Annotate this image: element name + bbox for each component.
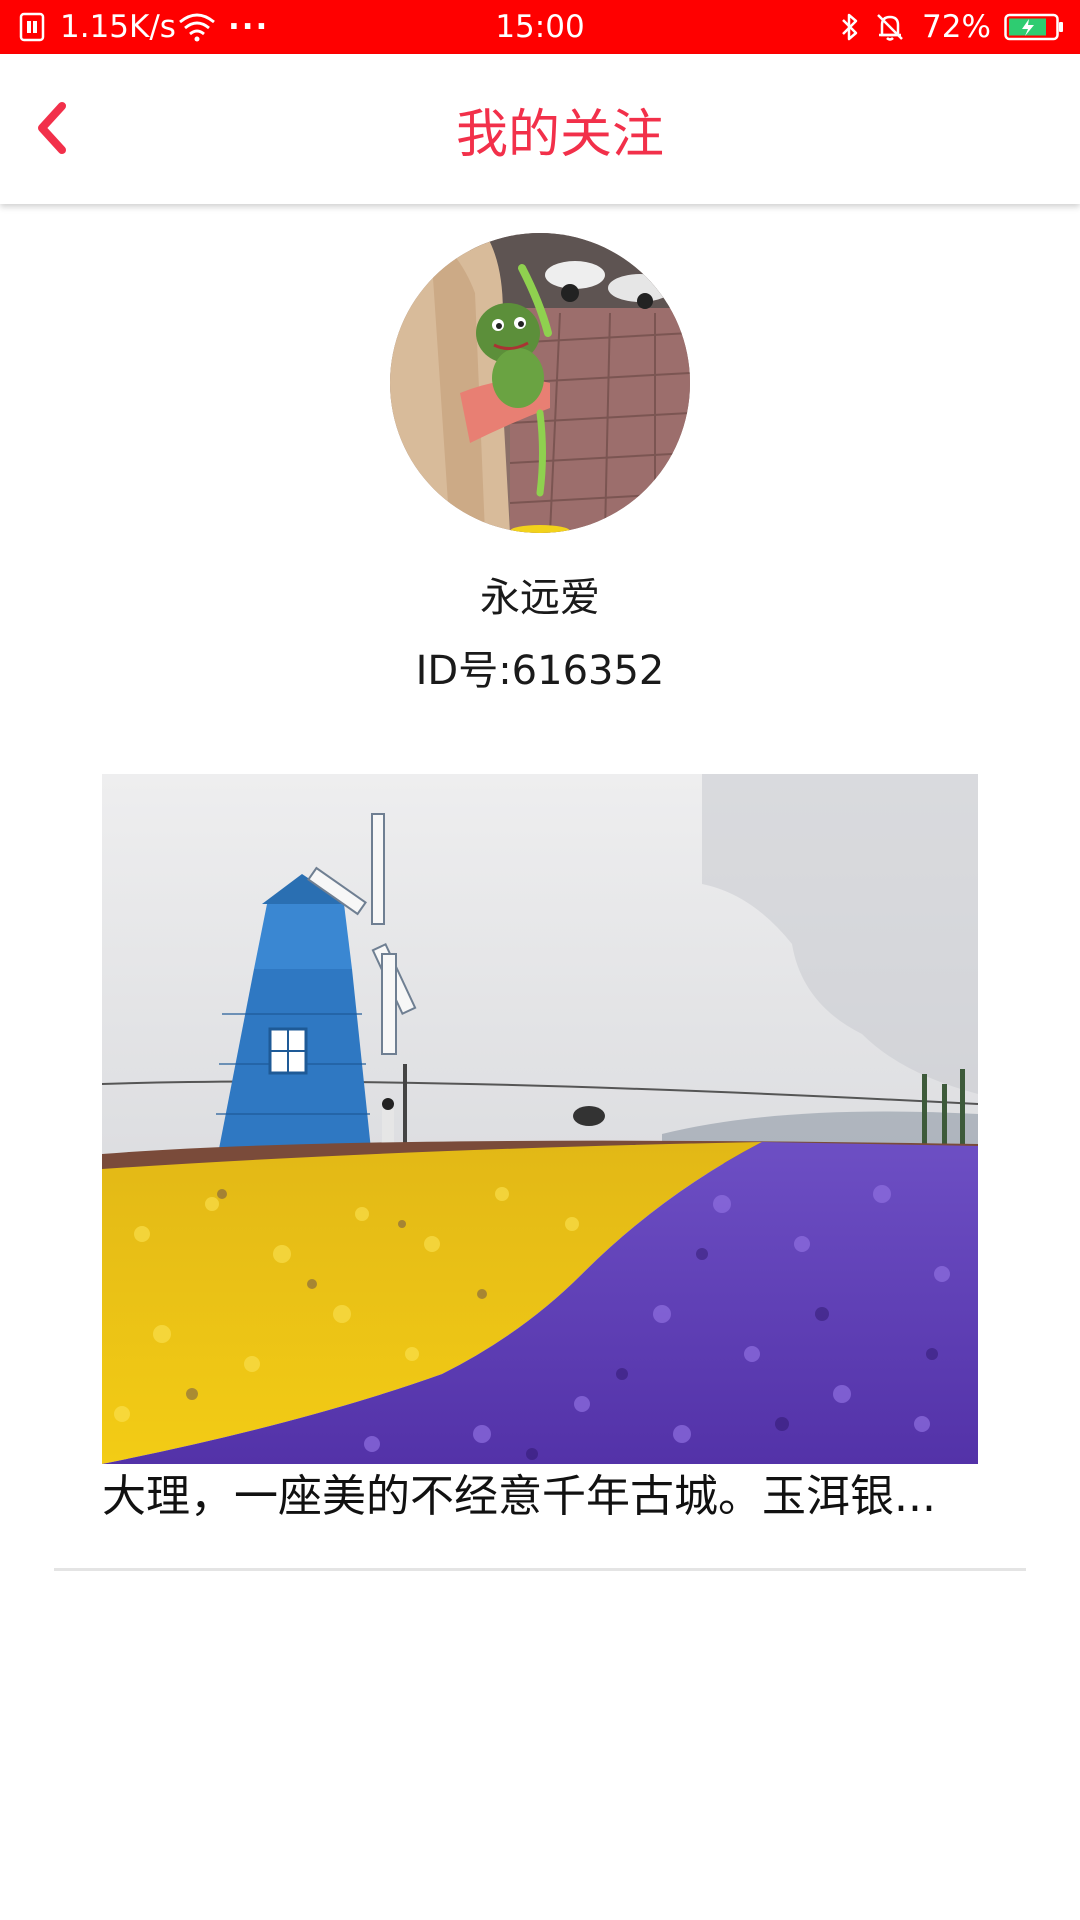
post-card[interactable]: 大理，一座美的不经意千年古城。玉洱银... (101, 774, 979, 1530)
battery-charging-icon (1004, 0, 1064, 54)
battery-percent: 72% (922, 9, 991, 45)
status-bar: 1.15K/s ··· 15:00 72% (0, 0, 1080, 54)
bell-off-icon (874, 0, 906, 54)
post-caption: 大理，一座美的不经意千年古城。玉洱银... (102, 1471, 936, 1522)
bluetooth-icon (838, 0, 862, 54)
app-header: 我的关注 (0, 54, 1080, 204)
divider (54, 1568, 1026, 1571)
avatar[interactable] (390, 233, 690, 533)
username: 永远爱 (480, 575, 600, 621)
page-title: 我的关注 (455, 104, 664, 165)
clock: 15:00 (495, 9, 585, 45)
post-image (101, 774, 979, 1464)
user-id: ID号:616352 (415, 648, 665, 694)
